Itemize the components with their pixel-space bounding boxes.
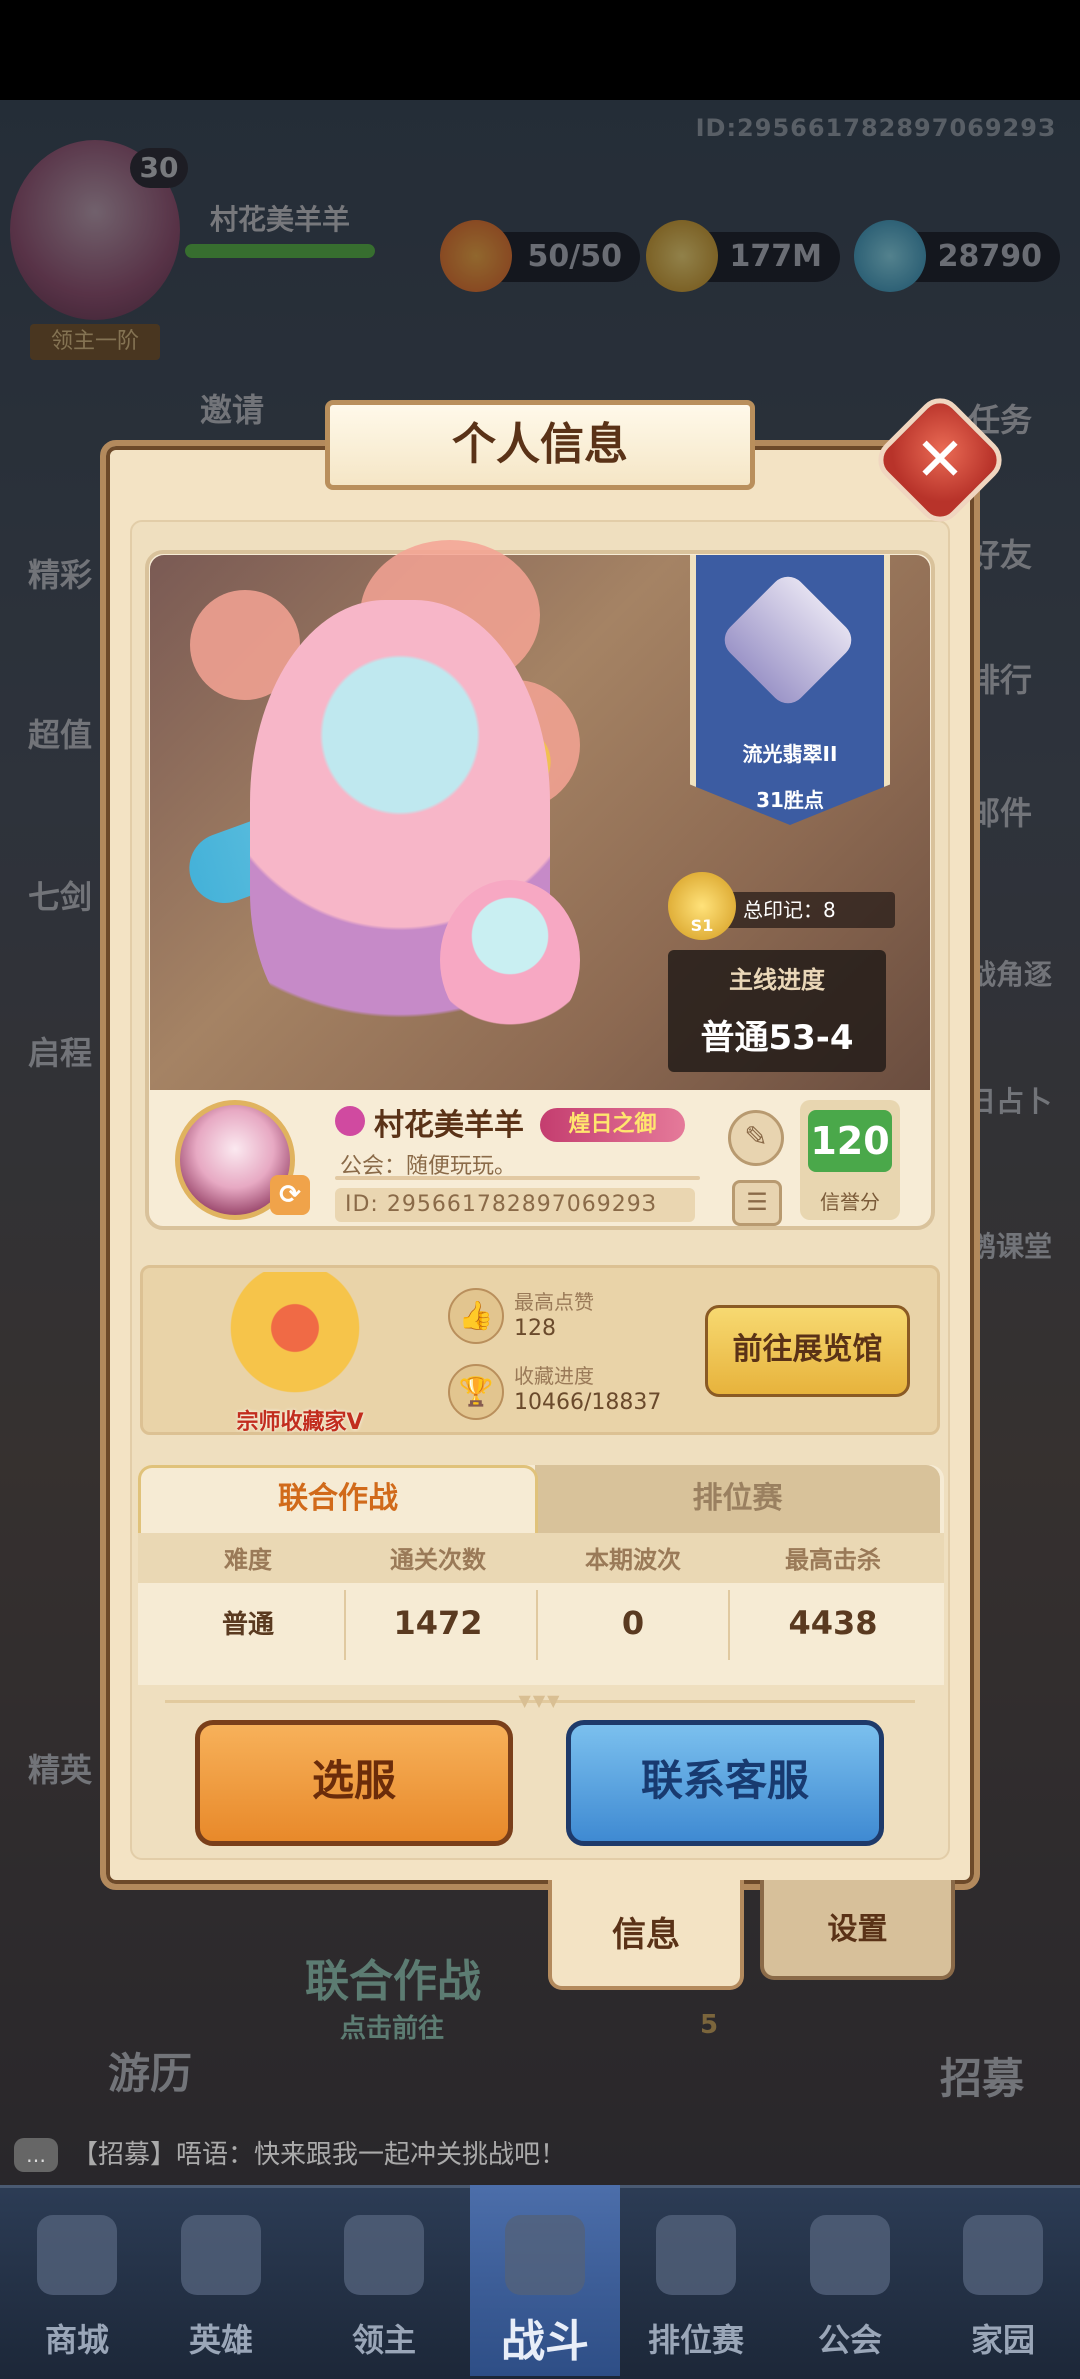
cell-max-kills: 4438 (788, 1604, 878, 1642)
nav-label: 战斗 (501, 2316, 589, 2367)
total-marks: 总印记：8 (725, 892, 895, 928)
change-avatar-icon[interactable]: ⟳ (270, 1175, 310, 1215)
collection-progress-value: 10466/18837 (514, 1390, 662, 1415)
nav-label: 英雄 (188, 2321, 253, 2359)
guild-castle-icon (810, 2215, 890, 2295)
collector-title: 宗师收藏家V (236, 1410, 364, 1435)
select-server-button[interactable]: 选服 (195, 1720, 513, 1846)
likes-value: 128 (514, 1316, 556, 1341)
female-gender-icon (335, 1106, 365, 1136)
header-clears: 通关次数 (390, 1546, 486, 1574)
header-max-kills: 最高击杀 (785, 1546, 881, 1574)
header-difficulty: 难度 (224, 1546, 272, 1574)
guild-divider (335, 1176, 700, 1180)
nav-lord[interactable]: 领主 (309, 2185, 459, 2376)
nav-guild[interactable]: 公会 (775, 2185, 925, 2376)
column-divider (728, 1590, 730, 1660)
nav-ranked[interactable]: 排位赛 (621, 2185, 771, 2376)
player-title-badge[interactable]: 煌日之御 (540, 1108, 685, 1142)
close-icon[interactable]: ✕ (890, 410, 990, 510)
ranked-shield-icon (656, 2215, 736, 2295)
collector-badge-icon (230, 1272, 360, 1412)
rank-points: 31胜点 (756, 788, 824, 812)
hero-chibi (440, 880, 580, 1040)
chat-ticker[interactable]: 【招募】唔语：快来跟我一起冲关挑战吧！ (72, 2130, 1072, 2180)
chat-bubble-icon[interactable]: … (14, 2138, 58, 2172)
header-wave: 本期波次 (585, 1546, 681, 1574)
hero-card-icon (181, 2215, 261, 2295)
likes-label: 最高点赞 (514, 1290, 594, 1314)
nav-heroes[interactable]: 英雄 (146, 2185, 296, 2376)
shop-icon (37, 2215, 117, 2295)
rank-name: 流光翡翠II (742, 742, 838, 766)
trophy-icon: 🏆 (448, 1364, 504, 1420)
mainline-label: 主线进度 (729, 966, 825, 994)
nav-label: 商城 (44, 2321, 109, 2359)
modal-title: 个人信息 (325, 400, 755, 490)
home-house-icon (963, 2215, 1043, 2295)
mainline-value: 普通53-4 (700, 1018, 854, 1058)
contact-support-button[interactable]: 联系客服 (566, 1720, 884, 1846)
collection-progress-label: 收藏进度 (514, 1364, 594, 1388)
season-label: S1 (690, 916, 714, 935)
thumbs-up-icon: 👍 (448, 1288, 504, 1344)
nav-home[interactable]: 家园 (928, 2185, 1078, 2376)
credit-score-value: 120 (808, 1110, 892, 1172)
nav-label: 公会 (817, 2321, 882, 2359)
nav-shop[interactable]: 商城 (2, 2185, 152, 2376)
go-to-gallery-button[interactable]: 前往展览馆 (705, 1305, 910, 1397)
nav-label: 排位赛 (647, 2321, 744, 2359)
player-name: 村花美羊羊 (374, 1108, 524, 1143)
cell-difficulty: 普通 (221, 1610, 274, 1640)
tab-settings[interactable]: 设置 (760, 1880, 955, 1980)
nav-label: 家园 (970, 2321, 1035, 2359)
tab-info[interactable]: 信息 (548, 1880, 744, 1990)
credit-score-label: 信誉分 (820, 1190, 880, 1214)
cell-wave: 0 (621, 1604, 645, 1642)
cell-clears: 1472 (393, 1604, 483, 1642)
crossed-swords-icon (505, 2215, 585, 2295)
tab-coop[interactable]: 联合作战 (138, 1465, 538, 1533)
divider-ornament-icon: ▼▼▼ (518, 1691, 562, 1710)
tab-ranked[interactable]: 排位赛 (535, 1465, 940, 1533)
edit-feather-icon[interactable]: ✎ (728, 1110, 784, 1166)
copy-id-icon[interactable]: ☰ (732, 1180, 782, 1226)
nav-label: 领主 (351, 2321, 416, 2359)
player-id: ID: 29566178289706929З (335, 1188, 695, 1222)
crown-banner-icon (344, 2215, 424, 2295)
nav-battle[interactable]: 战斗 (470, 2185, 620, 2376)
